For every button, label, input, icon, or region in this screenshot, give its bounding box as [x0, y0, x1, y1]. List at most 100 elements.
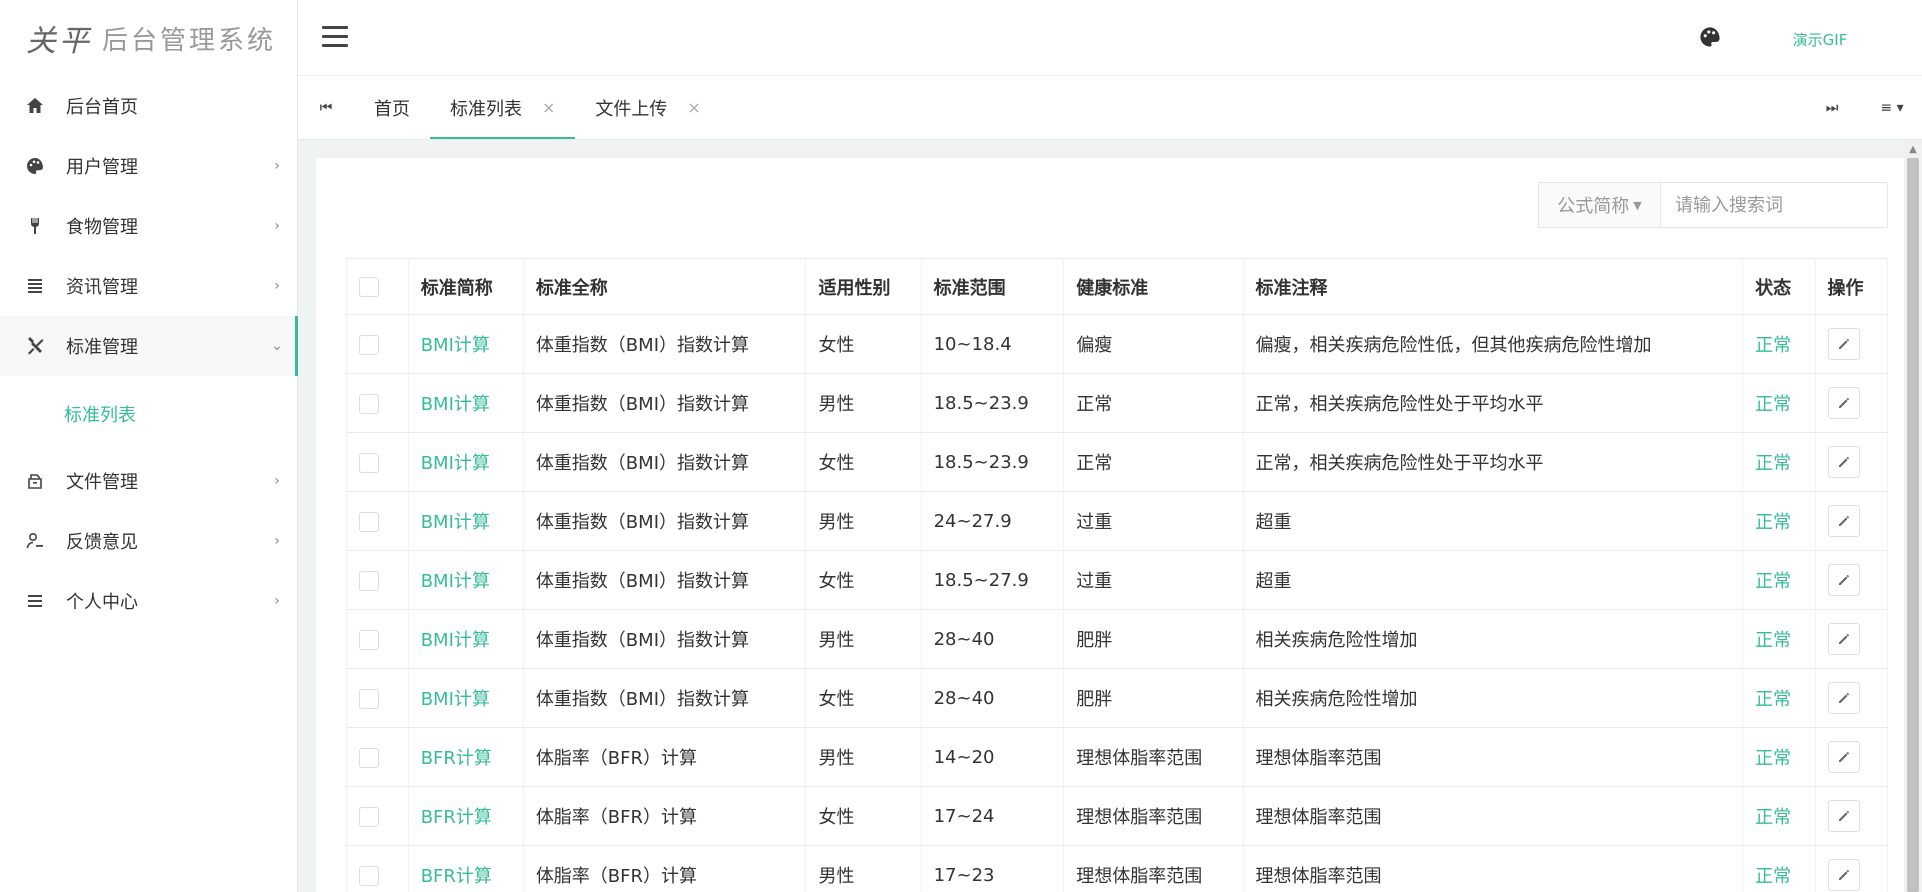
- row-checkbox[interactable]: [359, 511, 379, 532]
- cell-short-name[interactable]: BMI计算: [407, 314, 524, 374]
- sidebar-subitem-standard-list[interactable]: 标准列表: [0, 376, 297, 451]
- row-actions-cell: [1814, 314, 1889, 374]
- sidebar-item-home[interactable]: 后台首页: [0, 76, 297, 136]
- row-checkbox[interactable]: [359, 865, 379, 886]
- edit-button[interactable]: [1827, 682, 1860, 714]
- cell-short-name[interactable]: BFR计算: [407, 786, 524, 846]
- cell-short-name[interactable]: BFR计算: [407, 845, 524, 892]
- theme-palette-icon[interactable]: [1698, 25, 1722, 49]
- row-checkbox[interactable]: [359, 629, 379, 650]
- chevron-down-icon: ⌄: [271, 338, 283, 354]
- cell-short-name-text[interactable]: BMI计算: [421, 453, 490, 474]
- cell-short-name-text[interactable]: BFR计算: [421, 866, 492, 887]
- edit-button[interactable]: [1827, 623, 1860, 655]
- close-icon[interactable]: ×: [687, 98, 700, 117]
- tabs-scroll-right-button[interactable]: ⏭: [1802, 76, 1862, 139]
- col-full-name[interactable]: 标准全称: [522, 258, 807, 315]
- row-select-cell: [346, 727, 409, 787]
- row-select-cell: [346, 668, 409, 728]
- edit-button[interactable]: [1827, 859, 1860, 891]
- cell-short-name-text[interactable]: BMI计算: [421, 512, 490, 533]
- row-select-cell: [346, 550, 409, 610]
- scrollbar-thumb[interactable]: [1907, 158, 1919, 892]
- cell-short-name[interactable]: BMI计算: [407, 609, 524, 669]
- cell-health-text: 正常: [1076, 394, 1113, 415]
- cell-status: 正常: [1742, 786, 1816, 846]
- sidebar-item-standards[interactable]: 标准管理 ⌄: [0, 316, 298, 376]
- sidebar-toggle-icon[interactable]: [322, 26, 348, 48]
- row-checkbox[interactable]: [359, 334, 379, 355]
- edit-button[interactable]: [1827, 446, 1860, 478]
- user-menu[interactable]: 演示GIF: [1732, 16, 1902, 62]
- sidebar-item-label: 食物管理: [66, 217, 138, 238]
- row-checkbox[interactable]: [359, 688, 379, 709]
- cell-short-name[interactable]: BMI计算: [407, 668, 524, 728]
- table-row: BMI计算 体重指数（BMI）指数计算 男性 28~40 肥胖 相关疾病危险性增加 正常: [346, 609, 1889, 669]
- cell-range: 28~40: [920, 609, 1065, 669]
- cell-short-name-text[interactable]: BMI计算: [421, 335, 490, 356]
- sidebar-item-profile[interactable]: 个人中心 ›: [0, 571, 297, 631]
- edit-button[interactable]: [1827, 800, 1860, 832]
- edit-button[interactable]: [1827, 328, 1860, 360]
- row-checkbox[interactable]: [359, 806, 379, 827]
- page-scrollbar[interactable]: ▲: [1904, 140, 1922, 892]
- tabs-options-button[interactable]: ≡ ▾: [1862, 76, 1922, 139]
- cell-range: 18.5~23.9: [920, 432, 1065, 492]
- edit-button[interactable]: [1827, 741, 1860, 773]
- tab-standard-list[interactable]: 标准列表 ×: [430, 76, 576, 139]
- col-gender[interactable]: 适用性别: [805, 258, 922, 315]
- search-field-dropdown[interactable]: 公式简称 ▼: [1539, 183, 1661, 227]
- cell-gender: 男性: [805, 845, 922, 892]
- row-actions-cell: [1814, 550, 1889, 610]
- cell-short-name-text[interactable]: BMI计算: [421, 394, 490, 415]
- tabs-scroll-left-button[interactable]: ⏮: [298, 76, 354, 139]
- row-checkbox[interactable]: [359, 747, 379, 768]
- cell-short-name[interactable]: BMI计算: [407, 550, 524, 610]
- tools-icon: [24, 335, 46, 357]
- sidebar-item-food[interactable]: 食物管理 ›: [0, 196, 297, 256]
- cell-short-name[interactable]: BMI计算: [407, 432, 524, 492]
- cell-note-text: 正常，相关疾病危险性处于平均水平: [1255, 453, 1544, 474]
- cell-short-name-text[interactable]: BFR计算: [421, 748, 492, 769]
- col-status[interactable]: 状态: [1742, 258, 1816, 315]
- close-icon[interactable]: ×: [542, 98, 555, 117]
- cell-short-name[interactable]: BMI计算: [407, 373, 524, 433]
- cell-health: 正常: [1063, 432, 1244, 492]
- sidebar-item-users[interactable]: 用户管理 ›: [0, 136, 297, 196]
- cell-short-name-text[interactable]: BMI计算: [421, 689, 490, 710]
- tab-file-upload[interactable]: 文件上传 ×: [575, 76, 720, 139]
- edit-button[interactable]: [1827, 387, 1860, 419]
- table-row: BFR计算 体脂率（BFR）计算 男性 17~23 理想体脂率范围 理想体脂率范围 正常: [346, 845, 1889, 892]
- row-checkbox[interactable]: [359, 393, 379, 414]
- cell-full-name: 体重指数（BMI）指数计算: [522, 373, 807, 433]
- cell-short-name[interactable]: BFR计算: [407, 727, 524, 787]
- cell-note-text: 超重: [1255, 512, 1292, 533]
- cell-range: 18.5~23.9: [920, 373, 1065, 433]
- cell-range-text: 10~18.4: [933, 333, 1012, 355]
- cell-health-text: 理想体脂率范围: [1076, 807, 1203, 828]
- col-short-name[interactable]: 标准简称: [407, 258, 524, 315]
- col-note[interactable]: 标准注释: [1242, 258, 1744, 315]
- edit-button[interactable]: [1827, 564, 1860, 596]
- pencil-icon: [1838, 398, 1849, 408]
- cell-status-text: 正常: [1755, 689, 1792, 710]
- scroll-up-icon[interactable]: ▲: [1904, 140, 1922, 158]
- cell-short-name-text[interactable]: BMI计算: [421, 571, 490, 592]
- select-all-checkbox[interactable]: [359, 277, 379, 297]
- edit-button[interactable]: [1827, 505, 1860, 537]
- sidebar-item-feedback[interactable]: 反馈意见 ›: [0, 511, 297, 571]
- cell-short-name[interactable]: BMI计算: [407, 491, 524, 551]
- cell-status: 正常: [1742, 491, 1816, 551]
- row-checkbox[interactable]: [359, 452, 379, 473]
- row-checkbox[interactable]: [359, 570, 379, 591]
- cell-short-name-text[interactable]: BFR计算: [421, 807, 492, 828]
- col-health[interactable]: 健康标准: [1063, 258, 1244, 315]
- table-row: BMI计算 体重指数（BMI）指数计算 男性 18.5~23.9 正常 正常，相关疾病危险…: [346, 373, 1889, 433]
- cell-note-text: 理想体脂率范围: [1255, 748, 1382, 769]
- cell-short-name-text[interactable]: BMI计算: [421, 630, 490, 651]
- search-input[interactable]: [1661, 183, 1887, 227]
- tab-home[interactable]: 首页: [354, 76, 430, 139]
- col-range[interactable]: 标准范围: [920, 258, 1065, 315]
- sidebar-item-news[interactable]: 资讯管理 ›: [0, 256, 297, 316]
- sidebar-item-files[interactable]: 文件管理 ›: [0, 451, 297, 511]
